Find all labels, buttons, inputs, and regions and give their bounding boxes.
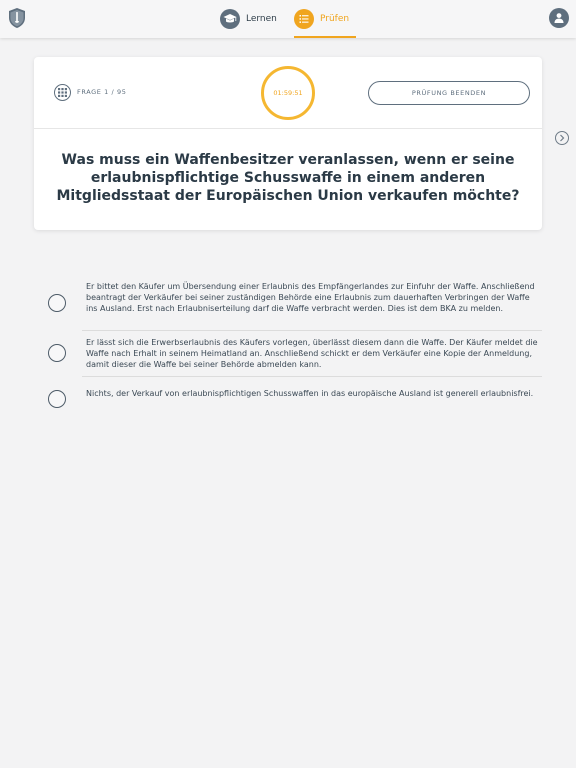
answer-divider (82, 376, 542, 377)
question-card-header: FRAGE 1 / 95 01:59:51 PRÜFUNG BEENDEN (34, 57, 542, 129)
answer-divider (82, 330, 542, 331)
answer-radio-2[interactable] (48, 344, 66, 362)
question-overview-grid-icon[interactable] (54, 84, 71, 101)
question-card: FRAGE 1 / 95 01:59:51 PRÜFUNG BEENDEN Wa… (34, 57, 542, 230)
answer-radio-3[interactable] (48, 390, 66, 408)
question-counter: FRAGE 1 / 95 (77, 88, 127, 96)
tab-pruefen-label: Prüfen (320, 14, 350, 24)
user-profile-icon[interactable] (549, 8, 569, 28)
checklist-icon (294, 9, 314, 29)
next-question-chevron-right-icon[interactable] (555, 131, 569, 145)
tab-lernen[interactable]: Lernen (220, 0, 277, 38)
exam-timer-value: 01:59:51 (273, 89, 303, 97)
exam-timer: 01:59:51 (261, 66, 315, 120)
question-text: Was muss ein Waffenbesitzer veranlassen,… (56, 152, 520, 204)
top-navigation-bar: Lernen Prüfen (0, 0, 576, 38)
tab-lernen-label: Lernen (246, 14, 277, 24)
graduation-cap-icon (220, 9, 240, 29)
answer-text-2[interactable]: Er lässt sich die Erwerbserlaubnis des K… (86, 337, 542, 370)
shield-logo-icon[interactable] (8, 7, 26, 29)
answer-text-3[interactable]: Nichts, der Verkauf von erlaubnispflicht… (86, 388, 542, 399)
answer-radio-1[interactable] (48, 294, 66, 312)
answer-text-1[interactable]: Er bittet den Käufer um Übersendung eine… (86, 281, 542, 314)
tab-pruefen[interactable]: Prüfen (294, 0, 356, 38)
end-exam-button[interactable]: PRÜFUNG BEENDEN (368, 81, 530, 105)
